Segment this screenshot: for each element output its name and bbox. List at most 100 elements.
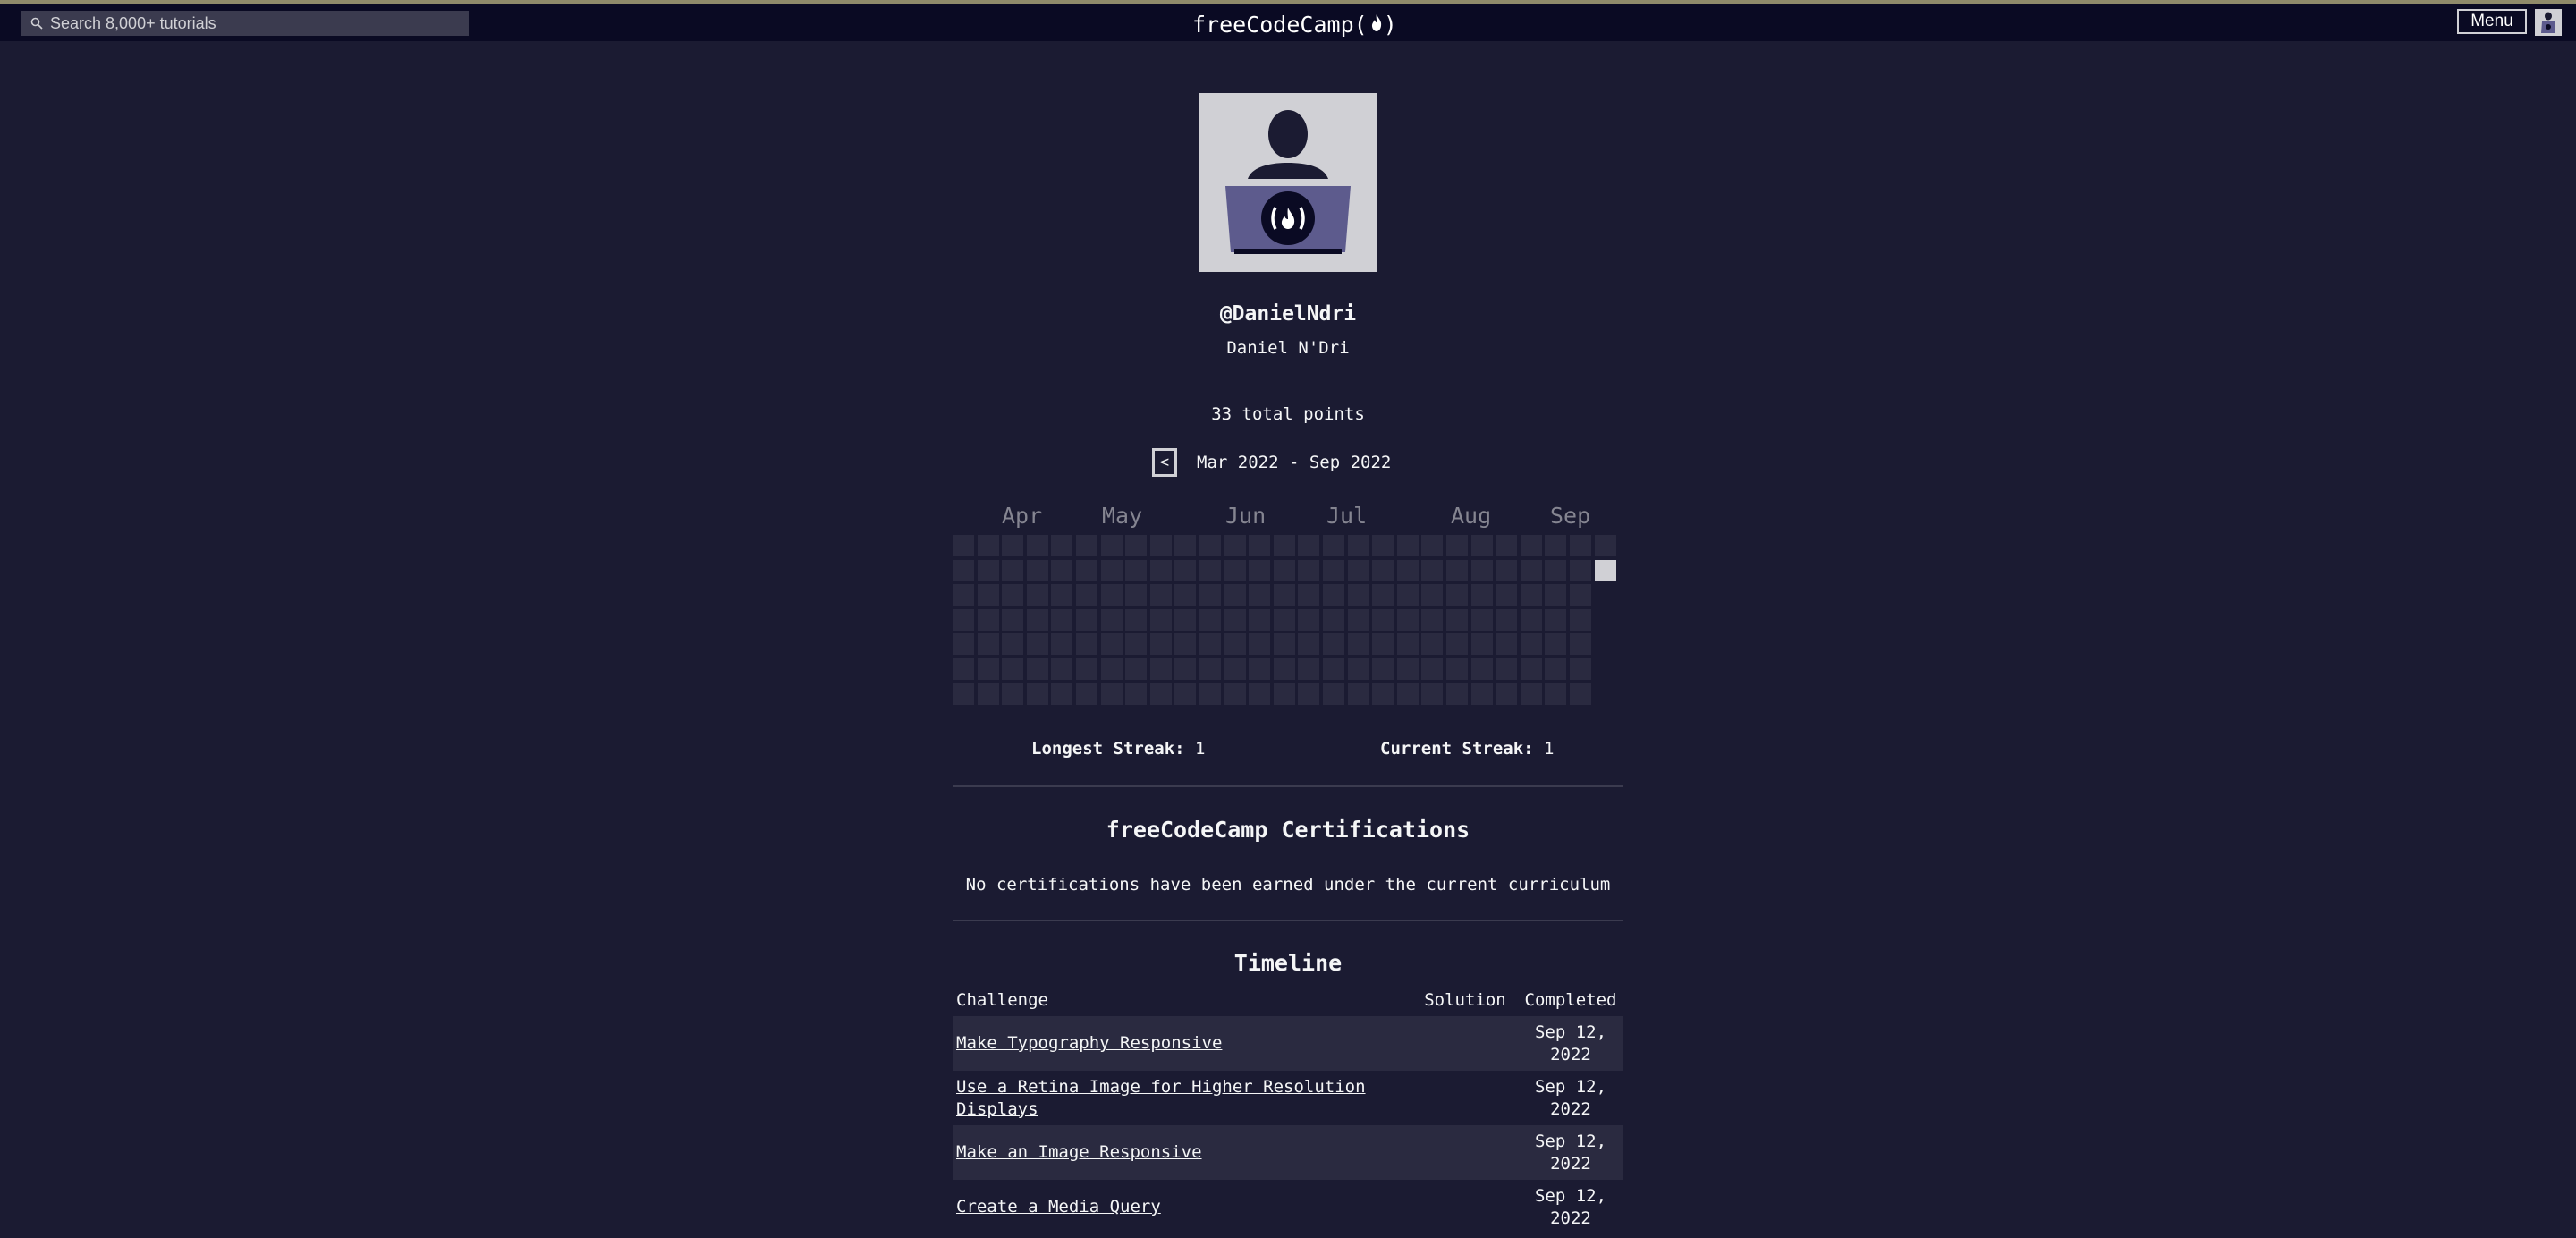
heatmap-cell[interactable] (1150, 658, 1172, 680)
heatmap-cell[interactable] (1249, 560, 1270, 581)
heatmap-cell[interactable] (1298, 560, 1319, 581)
heatmap-cell[interactable] (1372, 633, 1394, 655)
heatmap-cell[interactable] (1298, 683, 1319, 705)
heatmap-cell[interactable] (1421, 683, 1443, 705)
heatmap-cell[interactable] (1496, 633, 1517, 655)
heatmap-cell[interactable] (1545, 683, 1566, 705)
heatmap-cell[interactable] (1471, 609, 1493, 631)
heatmap-cell[interactable] (1274, 633, 1295, 655)
user-avatar-button[interactable] (2535, 9, 2562, 36)
heatmap-cell[interactable] (1545, 633, 1566, 655)
heatmap-cell[interactable] (1323, 560, 1344, 581)
heatmap-cell[interactable] (1446, 633, 1468, 655)
heatmap-cell[interactable] (978, 658, 999, 680)
heatmap-cell[interactable] (1471, 535, 1493, 556)
heatmap-cell[interactable] (1002, 683, 1023, 705)
heatmap-cell[interactable] (1298, 609, 1319, 631)
heatmap-cell[interactable] (1521, 633, 1542, 655)
heatmap-cell[interactable] (1323, 683, 1344, 705)
heatmap-cell[interactable] (1323, 535, 1344, 556)
heatmap-cell[interactable] (953, 658, 974, 680)
heatmap-cell[interactable] (1348, 560, 1369, 581)
heatmap-cell[interactable] (1274, 560, 1295, 581)
heatmap-cell[interactable] (1174, 584, 1196, 606)
heatmap-cell[interactable] (1397, 683, 1419, 705)
heatmap-cell[interactable] (1570, 609, 1591, 631)
challenge-link[interactable]: Create a Media Query (956, 1197, 1161, 1217)
heatmap-cell[interactable] (953, 584, 974, 606)
heatmap-cell[interactable] (1249, 633, 1270, 655)
heatmap-cell[interactable] (1027, 658, 1048, 680)
heatmap-cell[interactable] (1348, 633, 1369, 655)
heatmap-cell[interactable] (1199, 560, 1221, 581)
heatmap-cell[interactable] (1125, 609, 1147, 631)
heatmap-cell[interactable] (1002, 633, 1023, 655)
heatmap-cell[interactable] (1027, 633, 1048, 655)
heatmap-cell[interactable] (1249, 658, 1270, 680)
heatmap-cell[interactable] (1446, 584, 1468, 606)
heatmap-cell[interactable] (1174, 560, 1196, 581)
heatmap-cell[interactable] (1421, 633, 1443, 655)
heatmap-cell[interactable] (1446, 658, 1468, 680)
challenge-link[interactable]: Use a Retina Image for Higher Resolution… (956, 1077, 1366, 1119)
heatmap-cell[interactable] (1521, 683, 1542, 705)
heatmap-cell[interactable] (1224, 609, 1246, 631)
heatmap-cell[interactable] (1199, 584, 1221, 606)
heatmap-cell[interactable] (953, 560, 974, 581)
heatmap-cell[interactable] (978, 584, 999, 606)
heatmap-cell[interactable] (1051, 535, 1072, 556)
heatmap-cell[interactable] (953, 683, 974, 705)
heatmap-cell[interactable] (1446, 683, 1468, 705)
heatmap-cell[interactable] (1076, 658, 1097, 680)
heatmap-cell[interactable] (1249, 683, 1270, 705)
heatmap-cell[interactable] (1076, 584, 1097, 606)
heatmap-cell[interactable] (1076, 633, 1097, 655)
heatmap-cell[interactable] (1101, 535, 1123, 556)
heatmap-cell[interactable] (1496, 658, 1517, 680)
heatmap-cell[interactable] (1521, 560, 1542, 581)
heatmap-cell[interactable] (1471, 560, 1493, 581)
heatmap-cell[interactable] (1249, 609, 1270, 631)
heatmap-cell[interactable] (1051, 584, 1072, 606)
heatmap-cell[interactable] (1545, 658, 1566, 680)
heatmap-cell[interactable] (978, 535, 999, 556)
heatmap-cell[interactable] (1446, 560, 1468, 581)
heatmap-cell[interactable] (1101, 683, 1123, 705)
heatmap-cell[interactable] (1002, 584, 1023, 606)
heatmap-cell[interactable] (1199, 683, 1221, 705)
heatmap-cell[interactable] (1323, 584, 1344, 606)
search-box[interactable] (21, 11, 469, 36)
heatmap-cell[interactable] (1372, 609, 1394, 631)
heatmap-cell[interactable] (1101, 560, 1123, 581)
heatmap-cell[interactable] (1150, 535, 1172, 556)
heatmap-cell[interactable] (1224, 535, 1246, 556)
heatmap-cell[interactable] (1174, 609, 1196, 631)
heatmap-cell[interactable] (1521, 584, 1542, 606)
heatmap-cell[interactable] (1298, 658, 1319, 680)
heatmap-cell[interactable] (1027, 683, 1048, 705)
heatmap-cell[interactable] (1274, 683, 1295, 705)
heatmap-cell[interactable] (1150, 584, 1172, 606)
heatmap-cell[interactable] (1521, 535, 1542, 556)
heatmap-cell[interactable] (1002, 535, 1023, 556)
heatmap-cell[interactable] (1027, 609, 1048, 631)
heatmap-cell[interactable] (1125, 633, 1147, 655)
heatmap-cell[interactable] (1224, 658, 1246, 680)
heatmap-cell[interactable] (1595, 535, 1616, 556)
heatmap-cell[interactable] (1372, 658, 1394, 680)
heatmap-cell[interactable] (1421, 658, 1443, 680)
heatmap-cell[interactable] (1570, 658, 1591, 680)
heatmap-cell[interactable] (1274, 535, 1295, 556)
heatmap-cell[interactable] (953, 535, 974, 556)
heatmap-cell[interactable] (1348, 683, 1369, 705)
heatmap-cell[interactable] (1249, 584, 1270, 606)
heatmap-cell[interactable] (1101, 584, 1123, 606)
heatmap-cell[interactable] (1174, 658, 1196, 680)
heatmap-cell[interactable] (1051, 658, 1072, 680)
heatmap-cell[interactable] (1496, 560, 1517, 581)
heatmap-cell[interactable] (1421, 560, 1443, 581)
heatmap-cell[interactable] (1496, 584, 1517, 606)
heatmap-cell[interactable] (1174, 633, 1196, 655)
heatmap-cell[interactable] (1397, 658, 1419, 680)
heatmap-cell[interactable] (1298, 535, 1319, 556)
